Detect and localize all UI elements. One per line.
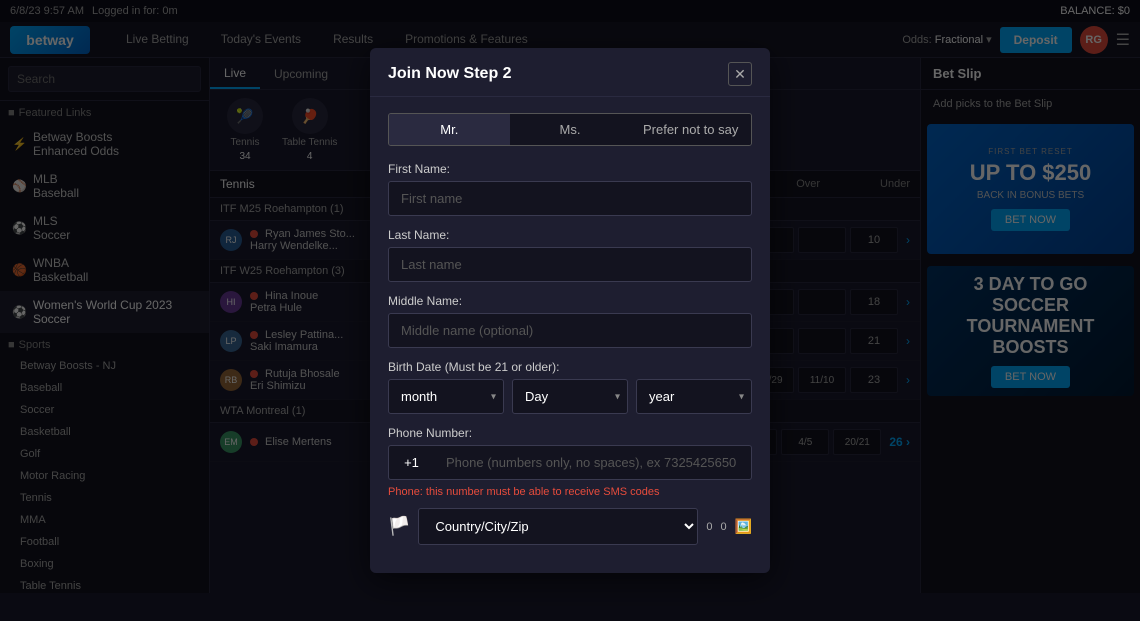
gender-tab-mr[interactable]: Mr.	[389, 114, 510, 145]
birth-month-field: month January February March April May J…	[388, 379, 504, 414]
first-name-input[interactable]	[388, 181, 752, 216]
birth-year-field: year ▾	[636, 379, 752, 414]
phone-prefix: +1	[388, 445, 434, 480]
last-name-input[interactable]	[388, 247, 752, 282]
phone-label: Phone Number:	[388, 426, 752, 440]
first-name-label: First Name:	[388, 162, 752, 176]
modal-overlay[interactable]: Join Now Step 2 ✕ Mr. Ms. Prefer not to …	[0, 0, 1140, 621]
birth-day-field: Day ▾	[512, 379, 628, 414]
score2: 0	[720, 521, 726, 533]
birth-month-wrapper: month January February March April May J…	[388, 379, 504, 414]
country-row: 🏳️ Country/City/Zip 0 0 🖼️	[388, 508, 752, 545]
phone-error-message: Phone: this number must be able to recei…	[388, 486, 752, 498]
birth-year-wrapper: year ▾	[636, 379, 752, 414]
modal-close-button[interactable]: ✕	[728, 62, 752, 86]
birth-day-select[interactable]: Day	[512, 379, 628, 414]
modal-body: Mr. Ms. Prefer not to say First Name: La…	[370, 97, 770, 573]
country-select[interactable]: Country/City/Zip	[418, 508, 698, 545]
join-now-modal: Join Now Step 2 ✕ Mr. Ms. Prefer not to …	[370, 48, 770, 573]
gender-tab-ms[interactable]: Ms.	[510, 114, 631, 145]
phone-input[interactable]	[434, 445, 752, 480]
modal-title: Join Now Step 2	[388, 65, 512, 83]
gender-tabs: Mr. Ms. Prefer not to say	[388, 113, 752, 146]
modal-header: Join Now Step 2 ✕	[370, 48, 770, 97]
middle-name-label: Middle Name:	[388, 294, 752, 308]
phone-row: +1	[388, 445, 752, 480]
country-flag-icon: 🏳️	[388, 516, 410, 537]
birth-month-select[interactable]: month January February March April May J…	[388, 379, 504, 414]
birth-date-row: month January February March April May J…	[388, 379, 752, 414]
birth-day-wrapper: Day ▾	[512, 379, 628, 414]
last-name-label: Last Name:	[388, 228, 752, 242]
gender-tab-prefer-not[interactable]: Prefer not to say	[630, 114, 751, 145]
birth-year-select[interactable]: year	[636, 379, 752, 414]
birth-date-label: Birth Date (Must be 21 or older):	[388, 360, 752, 374]
score-icon: 🖼️	[735, 518, 752, 535]
score1: 0	[706, 521, 712, 533]
middle-name-input[interactable]	[388, 313, 752, 348]
